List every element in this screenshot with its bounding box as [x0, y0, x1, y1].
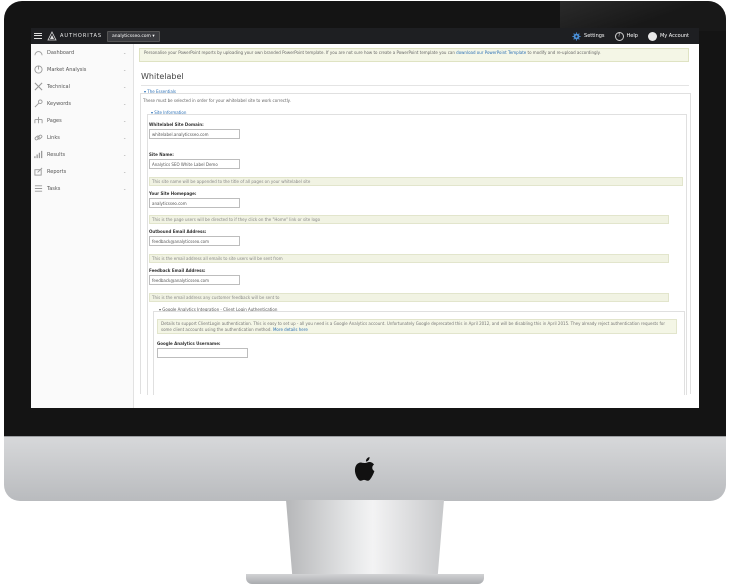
sidebar-item-label: Results	[47, 152, 66, 158]
help-button[interactable]: ? Help	[614, 31, 638, 41]
sidebar-item-label: Dashboard	[47, 50, 75, 56]
sidebar-item-tasks[interactable]: Tasks ⌄	[31, 180, 133, 197]
ga-username-label: Google Analytics Username:	[157, 341, 221, 346]
chevron-down-icon: ⌄	[123, 67, 127, 72]
feedback-email-label: Feedback Email Address:	[149, 268, 206, 273]
ga-username-field[interactable]	[157, 348, 248, 358]
banner-tail: to modify and re-upload accordingly.	[527, 50, 601, 55]
google-info-text: Details to support ClientLogin authentic…	[161, 321, 665, 332]
app-screen: AUTHORITAS analyticsseo.com ▾ Settings ?…	[31, 28, 699, 408]
site-name-help: This site name will be appended to the t…	[149, 177, 683, 186]
sidebar-item-label: Pages	[47, 118, 62, 124]
sidebar-item-reports[interactable]: Reports ⌄	[31, 163, 133, 180]
outbound-email-label: Outbound Email Address:	[149, 229, 207, 234]
outbound-email-field[interactable]: feedback@analyticsseo.com	[149, 236, 240, 246]
sidebar-item-pages[interactable]: Pages ⌄	[31, 112, 133, 129]
sidebar-item-label: Keywords	[47, 101, 71, 107]
settings-button[interactable]: Settings	[572, 31, 605, 41]
gear-icon	[572, 31, 581, 41]
site-name-field[interactable]: Analytics SEO White Label Demo	[149, 159, 240, 169]
reports-icon	[34, 167, 43, 176]
settings-label: Settings	[584, 33, 605, 39]
monitor-glare	[560, 1, 726, 31]
technical-icon	[34, 82, 43, 91]
account-label: My Account	[659, 33, 689, 39]
sidebar-item-label: Technical	[47, 84, 70, 90]
homepage-help: This is the page users will be directed …	[149, 215, 669, 224]
brand-name: AUTHORITAS	[60, 33, 103, 39]
sidebar-item-label: Links	[47, 135, 60, 141]
sidebar-item-links[interactable]: Links ⌄	[31, 129, 133, 146]
sidebar-item-market-analysis[interactable]: Market Analysis ⌄	[31, 61, 133, 78]
chevron-down-icon: ⌄	[123, 135, 127, 140]
sidebar-item-label: Tasks	[47, 186, 61, 192]
menu-icon[interactable]	[34, 31, 42, 40]
help-label: Help	[626, 33, 638, 39]
chevron-down-icon: ⌄	[123, 169, 127, 174]
sidebar-item-dashboard[interactable]: Dashboard ⌄	[31, 44, 133, 61]
account-button[interactable]: My Account	[647, 31, 689, 41]
title-divider	[141, 85, 689, 86]
pages-icon	[34, 116, 43, 124]
info-banner: Personalise your PowerPoint reports by u…	[139, 48, 689, 62]
chevron-down-icon: ⌄	[123, 84, 127, 89]
outbound-email-help: This is the email address all emails to …	[149, 254, 669, 263]
essentials-hint: These must be selected in order for your…	[143, 98, 291, 103]
chevron-down-icon: ⌄	[123, 50, 127, 55]
sidebar-item-keywords[interactable]: Keywords ⌄	[31, 95, 133, 112]
links-icon	[34, 134, 43, 141]
chevron-down-icon: ⌄	[123, 118, 127, 123]
sidebar: Dashboard ⌄ Market Analysis ⌄ Technical …	[31, 44, 134, 408]
sidebar-item-results[interactable]: Results ⌄	[31, 146, 133, 163]
site-name-label: Site Name:	[149, 152, 174, 157]
monitor-stand-foot	[246, 574, 484, 584]
domain-select[interactable]: analyticsseo.com ▾	[107, 31, 160, 42]
authoritas-logo-icon	[47, 31, 57, 41]
results-icon	[34, 150, 43, 159]
keywords-icon	[34, 99, 43, 108]
tasks-icon	[34, 185, 43, 192]
domain-label: Whitelabel Site Domain:	[149, 122, 204, 127]
chevron-down-icon: ⌄	[123, 186, 127, 191]
avatar	[647, 31, 657, 41]
homepage-field[interactable]: analyticsseo.com	[149, 198, 240, 208]
more-details-link[interactable]: More details here	[273, 327, 308, 332]
feedback-email-help: This is the email address any customer f…	[149, 293, 669, 302]
banner-text: Personalise your PowerPoint reports by u…	[144, 50, 455, 55]
sidebar-item-label: Reports	[47, 169, 67, 175]
chevron-down-icon: ⌄	[123, 152, 127, 157]
homepage-label: Your Site Homepage:	[149, 191, 197, 196]
page-title: Whitelabel	[141, 72, 184, 81]
sidebar-item-label: Market Analysis	[47, 67, 87, 73]
market-analysis-icon	[34, 65, 43, 74]
help-icon: ?	[614, 31, 624, 41]
chevron-down-icon: ⌄	[123, 101, 127, 106]
google-info-box: Details to support ClientLogin authentic…	[157, 319, 677, 334]
top-bar: AUTHORITAS analyticsseo.com ▾ Settings ?…	[31, 28, 699, 44]
download-template-link[interactable]: download our PowerPoint Template	[456, 50, 526, 55]
feedback-email-field[interactable]: feedback@analyticsseo.com	[149, 275, 240, 285]
apple-logo-icon	[354, 457, 375, 481]
monitor-stand	[286, 500, 444, 576]
sidebar-item-technical[interactable]: Technical ⌄	[31, 78, 133, 95]
domain-field[interactable]: whitelabel.analyticsseo.com	[149, 129, 240, 139]
dashboard-icon	[34, 51, 43, 56]
